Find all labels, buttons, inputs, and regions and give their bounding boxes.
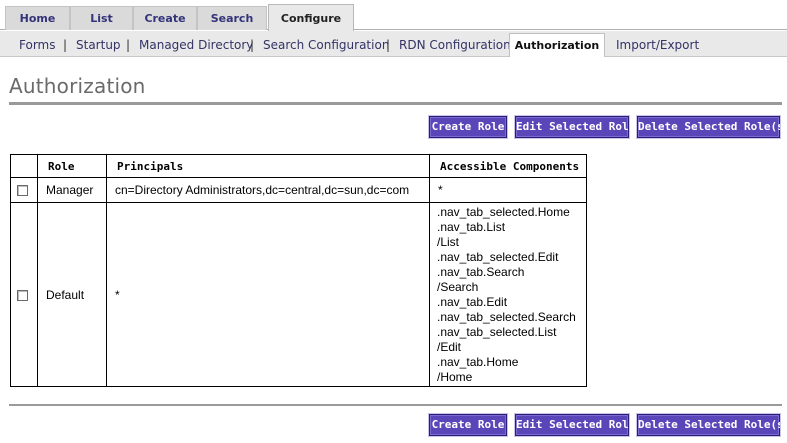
subnav-forms-link[interactable]: Forms (19, 37, 55, 53)
component-item: .nav_tab.Search (437, 264, 525, 279)
subnav-startup-link[interactable]: Startup (76, 37, 121, 53)
tab-home[interactable]: Home (5, 6, 70, 30)
component-item: .nav_tab_selected.List (437, 324, 557, 339)
roles-table: Role Principals Accessible Components Ma… (10, 154, 587, 387)
edit-selected-role-button-bottom[interactable]: Edit Selected Role (514, 413, 635, 437)
bottom-rule (9, 404, 782, 406)
subnav-import-export-link[interactable]: Import/Export (616, 37, 699, 53)
principals-cell: cn=Directory Administrators,dc=central,d… (106, 177, 430, 203)
principals-column-header: Principals (106, 154, 430, 178)
table-row: Default * .nav_tab_selected.Home .nav_ta… (10, 202, 587, 387)
component-item: /Search (437, 279, 479, 294)
table-row: Manager cn=Directory Administrators,dc=c… (10, 177, 587, 203)
component-item: .nav_tab.Edit (437, 294, 508, 309)
page-title: Authorization (9, 74, 146, 98)
accessible-components-column-header: Accessible Components (429, 154, 587, 178)
subnav-separator: | (386, 38, 391, 52)
subnav-rdn-configuration-link[interactable]: RDN Configuration (399, 37, 511, 53)
row-select-cell (10, 202, 38, 387)
title-rule (9, 102, 782, 105)
tab-configure[interactable]: Configure (268, 4, 354, 31)
select-column-header (10, 154, 38, 178)
edit-selected-role-button-top[interactable]: Edit Selected Role (514, 115, 635, 139)
role-cell: Manager (37, 177, 107, 203)
component-item: .nav_tab_selected.Search (437, 309, 576, 324)
subnav-authorization-tab[interactable]: Authorization (509, 33, 605, 57)
sub-navigation-divider (0, 56, 787, 57)
component-item: .nav_tab_selected.Home (437, 204, 570, 219)
principals-cell: * (106, 202, 430, 387)
components-cell: * (429, 177, 587, 203)
row-select-cell (10, 177, 38, 203)
create-role-button-bottom[interactable]: Create Role (428, 413, 508, 437)
component-item: /List (437, 234, 460, 249)
row-checkbox[interactable] (17, 289, 28, 301)
component-item: /Home (437, 369, 473, 384)
role-column-header: Role (37, 154, 107, 178)
table-header-row: Role Principals Accessible Components (10, 154, 587, 178)
component-item: .nav_tab.List (437, 219, 506, 234)
create-role-button-top[interactable]: Create Role (428, 115, 508, 139)
subnav-separator: | (126, 38, 131, 52)
role-cell: Default (37, 202, 107, 387)
subnav-managed-directory-link[interactable]: Managed Directory (139, 37, 253, 53)
subnav-separator: | (63, 38, 68, 52)
component-item: /Edit (437, 339, 462, 354)
delete-selected-roles-button-top[interactable]: Delete Selected Role(s) (636, 115, 787, 139)
components-cell: .nav_tab_selected.Home .nav_tab.List /Li… (429, 202, 587, 387)
subnav-separator: | (250, 38, 255, 52)
delete-selected-roles-button-bottom[interactable]: Delete Selected Role(s) (636, 413, 787, 437)
tab-list[interactable]: List (70, 6, 133, 30)
subnav-search-configuration-link[interactable]: Search Configuration (263, 37, 389, 53)
tab-search[interactable]: Search (197, 6, 267, 30)
tab-create[interactable]: Create (133, 6, 197, 30)
row-checkbox[interactable] (17, 185, 28, 197)
component-item: .nav_tab_selected.Edit (437, 249, 559, 264)
component-item: .nav_tab.Home (437, 354, 519, 369)
